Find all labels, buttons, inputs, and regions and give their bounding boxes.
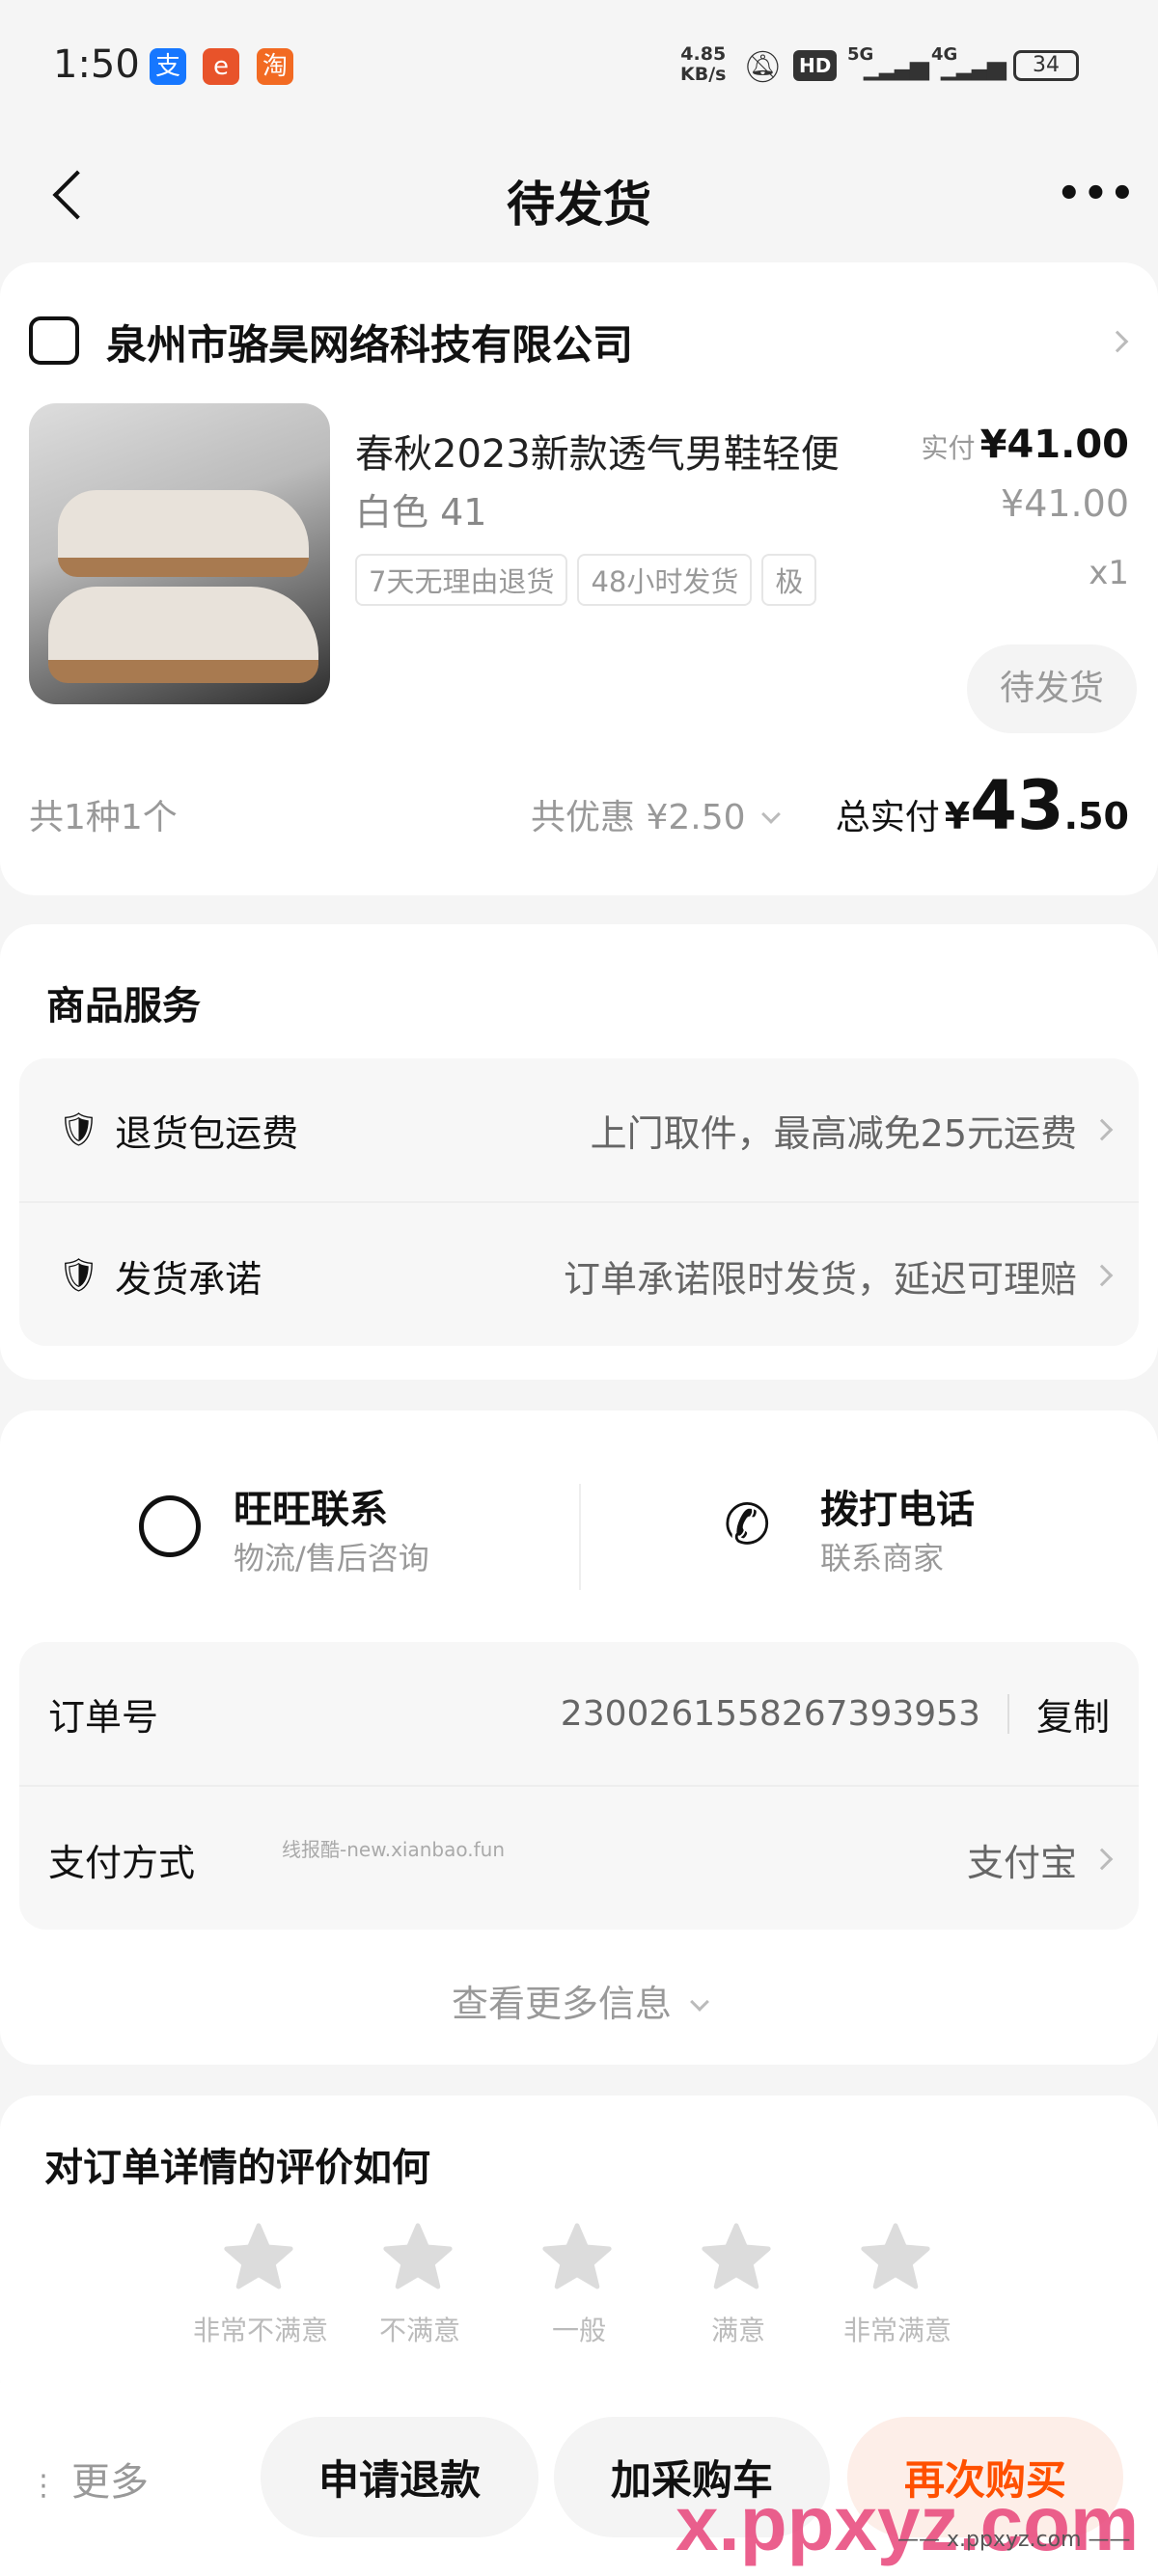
more-actions-button[interactable]: ⋮ 更多 [29, 2451, 149, 2507]
shield-check-icon: 🛡︎ [58, 1256, 100, 1295]
service-name: 退货包运费 [115, 1111, 299, 1155]
tag: 7天无理由退货 [355, 554, 568, 606]
rating-title: 对订单详情的评价如何 [44, 2146, 430, 2190]
rating-star-1[interactable] [222, 2221, 295, 2298]
view-more-info-button[interactable]: 查看更多信息 [0, 1974, 1158, 2027]
net-speed-value: 4.85 [680, 43, 727, 65]
alipay-icon: 支 [150, 48, 186, 85]
product-tags: 7天无理由退货 48小时发货极 [355, 554, 881, 606]
chevron-right-icon [1090, 1848, 1114, 1871]
site-watermark-sub: —— x.ppxyz.com —— [897, 2528, 1131, 2552]
service-name: 发货承诺 [115, 1257, 262, 1301]
1688-icon: e [203, 48, 239, 85]
star-icon [861, 2223, 930, 2289]
mute-bell-icon: 🔕︎ [743, 48, 783, 85]
service-row-return-shipping[interactable]: 🛡︎ 退货包运费 上门取件，最高减免25元运费 [19, 1058, 1139, 1203]
status-bar: 1:50 支 e 淘 4.85 KB/s 🔕︎ HD 5G ▁▂▃▅ 4G ▁▂▃… [0, 39, 1158, 96]
site-watermark-logo: x.ppxyz.com [676, 2480, 1140, 2566]
rating-star-3[interactable] [540, 2221, 614, 2298]
net-speed-unit: KB/s [680, 64, 727, 85]
phone-subtitle: 联系商家 [820, 1540, 945, 1576]
payment-method-value: 支付宝 [966, 1841, 1077, 1884]
payment-method-row[interactable]: 支付方式 线报酷-new.xianbao.fun 支付宝 [19, 1787, 1139, 1932]
unit-price: ¥41.00 [1001, 482, 1129, 525]
chevron-down-icon [690, 1992, 709, 2012]
divider [579, 1484, 581, 1590]
services-list: 🛡︎ 退货包运费 上门取件，最高减免25元运费 🛡︎ 发货承诺 订单承诺限时发货… [19, 1058, 1139, 1346]
quantity: x1 [1089, 554, 1129, 592]
shop-name: 泉州市骆昊网络科技有限公司 [106, 321, 634, 369]
wangwang-title: 旺旺联系 [234, 1488, 388, 1532]
paid-value: ¥41.00 [979, 423, 1129, 467]
star-icon [702, 2223, 771, 2289]
star-icon [542, 2223, 612, 2289]
order-info-card: 旺旺联系 物流/售后咨询 ✆ 拨打电话 联系商家 订单号 23002615582… [0, 1411, 1158, 2065]
phone-icon: ✆ [724, 1492, 771, 1557]
item-count: 共1种1个 [29, 798, 178, 837]
shop-icon [29, 316, 79, 365]
chevron-right-icon [1106, 330, 1129, 353]
shield-check-icon: 🛡︎ [58, 1110, 100, 1149]
status-badge[interactable]: 待发货 [967, 644, 1137, 733]
call-phone-button[interactable]: ✆ 拨打电话 联系商家 [724, 1478, 1110, 1584]
rating-star-5[interactable] [859, 2221, 932, 2298]
chevron-down-icon [761, 805, 781, 824]
vertical-dots-icon: ⋮ [29, 2469, 58, 2503]
wangwang-icon [139, 1495, 201, 1557]
taobao-icon: 淘 [257, 48, 293, 85]
copy-button[interactable]: 复制 [1036, 1687, 1110, 1740]
page-title: 待发货 [507, 177, 651, 233]
tag: 极 [761, 554, 817, 606]
rating-star-4[interactable] [700, 2221, 773, 2298]
rating-card: 对订单详情的评价如何 非常不满意 不满意 一般 满意 非常满意 [0, 2096, 1158, 2414]
order-number-label: 订单号 [48, 1695, 159, 1739]
product-image[interactable] [29, 403, 330, 704]
discount-toggle[interactable]: 共优惠 ¥2.50 [531, 789, 781, 839]
order-number-row: 订单号 2300261558267393953 复制 [19, 1642, 1139, 1787]
discount-text: 共优惠 ¥2.50 [531, 798, 746, 837]
watermark-text: 线报酷-new.xianbao.fun [282, 1837, 506, 1861]
services-card: 商品服务 🛡︎ 退货包运费 上门取件，最高减免25元运费 🛡︎ 发货承诺 订单承… [0, 924, 1158, 1380]
phone-title: 拨打电话 [820, 1488, 975, 1532]
net-speed: 4.85 KB/s [680, 44, 726, 85]
signal-icon: ▁▂▃▅ [864, 52, 929, 81]
signal-icon: ▁▂▃▅ [941, 52, 1006, 81]
more-label: 更多 [71, 2460, 149, 2505]
service-row-delivery-promise[interactable]: 🛡︎ 发货承诺 订单承诺限时发货，延迟可理赔 [19, 1203, 1139, 1348]
paid-label: 实付 [921, 432, 976, 464]
order-card: 泉州市骆昊网络科技有限公司 春秋2023新款透气男鞋轻便 白色 41 7天无理由… [0, 262, 1158, 895]
chevron-right-icon [1090, 1264, 1114, 1287]
service-desc: 上门取件，最高减免25元运费 [590, 1111, 1077, 1155]
payment-method-label: 支付方式 [48, 1841, 196, 1884]
wangwang-contact-button[interactable]: 旺旺联系 物流/售后咨询 [135, 1478, 540, 1584]
wangwang-subtitle: 物流/售后咨询 [234, 1540, 429, 1576]
rating-star-2[interactable] [381, 2221, 455, 2298]
product-title[interactable]: 春秋2023新款透气男鞋轻便 [355, 423, 840, 479]
product-sku: 白色 41 [355, 491, 487, 534]
order-number-value: 2300261558267393953 [561, 1693, 1009, 1734]
order-details: 订单号 2300261558267393953 复制 支付方式 线报酷-new.… [19, 1642, 1139, 1930]
total-currency: ¥ [944, 795, 971, 837]
total-dec: .50 [1063, 795, 1129, 837]
hd-badge: HD [793, 50, 838, 81]
service-desc: 订单承诺限时发货，延迟可理赔 [563, 1257, 1077, 1301]
total-int: 43 [970, 766, 1064, 845]
battery-icon: 34 [1013, 50, 1079, 81]
view-more-label: 查看更多信息 [451, 1983, 672, 2025]
paid-price: 实付 ¥41.00 [922, 423, 1129, 467]
total-paid: 总实付 ¥43.50 [836, 766, 1129, 845]
request-refund-button[interactable]: 申请退款 [261, 2417, 538, 2537]
shop-row[interactable]: 泉州市骆昊网络科技有限公司 [0, 301, 1158, 378]
tag: 48小时发货 [577, 554, 753, 606]
star-icon [224, 2223, 293, 2289]
more-menu-icon[interactable]: ••• [1057, 172, 1137, 216]
services-title: 商品服务 [46, 984, 201, 1028]
star-icon [383, 2223, 453, 2289]
chevron-right-icon [1090, 1118, 1114, 1141]
rating-label: 非常满意 [842, 2315, 951, 2346]
status-time: 1:50 [53, 42, 140, 87]
total-label: 总实付 [835, 798, 940, 837]
